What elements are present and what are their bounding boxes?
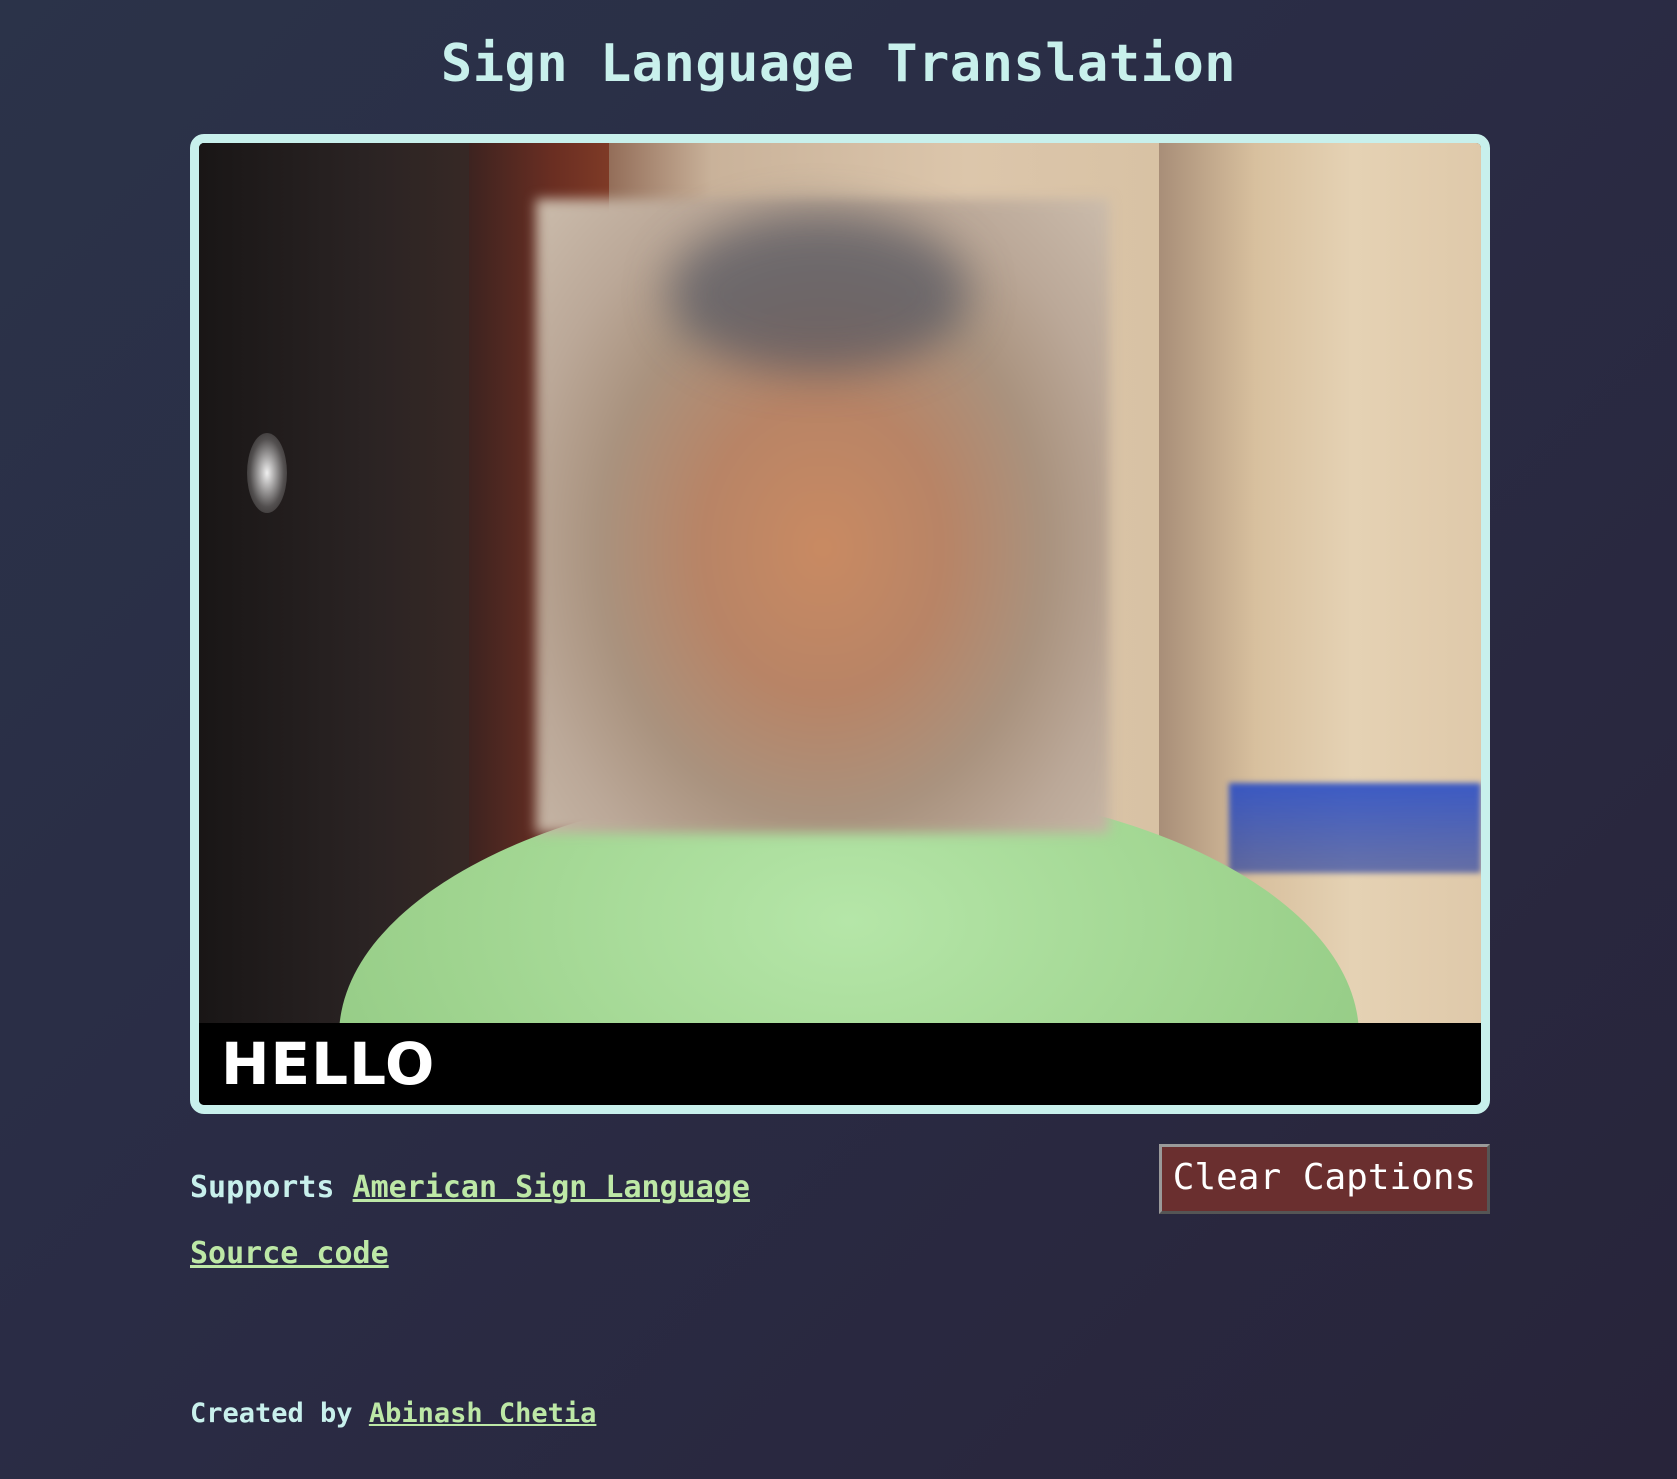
caption-bar: HELLO <box>199 1023 1481 1105</box>
webcam-video-frame: HELLO <box>190 134 1490 1114</box>
supports-label: Supports <box>190 1170 335 1205</box>
supports-line: Supports American Sign Language <box>190 1170 750 1205</box>
source-line: Source code <box>190 1236 389 1271</box>
clear-captions-button[interactable]: Clear Captions <box>1159 1144 1490 1214</box>
footer-credit: Created by Abinash Chetia <box>190 1398 596 1429</box>
author-link[interactable]: Abinash Chetia <box>369 1398 597 1429</box>
caption-text: HELLO <box>221 1030 436 1098</box>
webcam-feed <box>199 143 1481 1023</box>
american-sign-language-link[interactable]: American Sign Language <box>353 1170 750 1205</box>
source-code-link[interactable]: Source code <box>190 1236 389 1271</box>
created-by-label: Created by <box>190 1398 353 1429</box>
page-title: Sign Language Translation <box>440 34 1237 94</box>
